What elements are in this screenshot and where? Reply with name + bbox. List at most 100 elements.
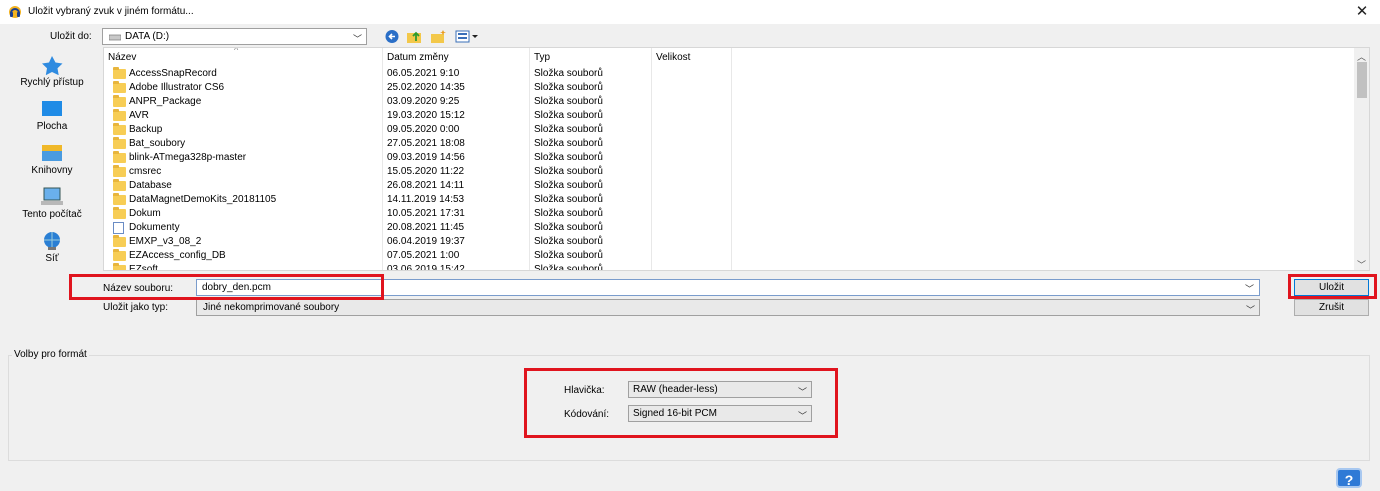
place-label: Plocha bbox=[36, 121, 68, 132]
format-options-label: Volby pro formát bbox=[12, 349, 89, 360]
folder-icon bbox=[113, 151, 126, 163]
file-name: Dokum bbox=[129, 208, 161, 219]
file-date: 06.05.2021 9:10 bbox=[387, 68, 460, 79]
encoding-value: Signed 16-bit PCM bbox=[633, 408, 717, 419]
filetype-dropdown[interactable]: Jiné nekomprimované soubory ﹀ bbox=[196, 299, 1260, 316]
save-in-value: DATA (D:) bbox=[125, 31, 170, 42]
scroll-down-icon[interactable]: ﹀ bbox=[1357, 258, 1366, 270]
encoding-dropdown[interactable]: Signed 16-bit PCM ﹀ bbox=[628, 405, 812, 422]
file-row[interactable]: Dokumenty 20.08.2021 11:45 Složka souborů bbox=[104, 221, 1354, 235]
file-row[interactable]: Bat_soubory 27.05.2021 18:08 Složka soubor… bbox=[104, 137, 1354, 151]
place-this-pc[interactable]: Tento počítač bbox=[8, 187, 96, 229]
folder-icon bbox=[113, 123, 126, 135]
file-name: DataMagnetDemoKits_20181105 bbox=[129, 194, 277, 205]
column-header-name[interactable]: Název bbox=[108, 52, 136, 63]
chevron-down-icon: ﹀ bbox=[797, 411, 807, 421]
file-row[interactable]: Adobe Illustrator CS6 25.02.2020 14:35 Slo… bbox=[104, 81, 1354, 95]
file-date: 09.03.2019 14:56 bbox=[387, 152, 465, 163]
view-menu-icon[interactable] bbox=[455, 29, 479, 44]
file-date: 25.02.2020 14:35 bbox=[387, 82, 465, 93]
file-type: Složka souborů bbox=[534, 222, 603, 233]
up-folder-icon[interactable] bbox=[406, 29, 423, 44]
file-name: ANPR_Package bbox=[129, 96, 202, 107]
file-name: Backup bbox=[129, 124, 163, 135]
column-header-date[interactable]: Datum změny bbox=[387, 52, 449, 63]
place-label: Knihovny bbox=[31, 165, 73, 176]
file-type: Složka souborů bbox=[534, 250, 603, 261]
file-type: Složka souborů bbox=[534, 166, 603, 177]
file-row[interactable]: ANPR_Package 03.09.2020 9:25 Složka soubor… bbox=[104, 95, 1354, 109]
file-row[interactable]: cmsrec 15.05.2020 11:22 Složka souborů bbox=[104, 165, 1354, 179]
file-date: 03.09.2020 9:25 bbox=[387, 96, 460, 107]
folder-icon bbox=[113, 249, 126, 261]
place-libraries[interactable]: Knihovny bbox=[8, 143, 96, 185]
folder-icon bbox=[113, 193, 126, 205]
file-name: Database bbox=[129, 180, 172, 191]
file-type: Složka souborů bbox=[534, 236, 603, 247]
file-list[interactable]: Název ^ Datum změny Typ Velikost AccessS… bbox=[103, 47, 1370, 271]
file-date: 27.05.2021 18:08 bbox=[387, 138, 465, 149]
save-in-dropdown[interactable]: DATA (D:) ﹀ bbox=[102, 28, 367, 45]
file-row[interactable]: EMXP_v3_08_2 06.04.2019 19:37 Složka soubo… bbox=[104, 235, 1354, 249]
file-date: 15.05.2020 11:22 bbox=[387, 166, 465, 177]
place-desktop[interactable]: Plocha bbox=[8, 99, 96, 141]
file-type: Složka souborů bbox=[534, 264, 603, 271]
file-row[interactable]: Database 26.08.2021 14:11 Složka souborů bbox=[104, 179, 1354, 193]
column-header-type[interactable]: Typ bbox=[534, 52, 550, 63]
file-type: Složka souborů bbox=[534, 194, 603, 205]
folder-icon bbox=[113, 235, 126, 247]
back-icon[interactable] bbox=[384, 29, 401, 44]
computer-icon bbox=[41, 187, 63, 205]
file-name: Dokumenty bbox=[129, 222, 180, 233]
place-quick-access[interactable]: Rychlý přístup bbox=[8, 55, 96, 97]
save-button-highlight bbox=[1288, 274, 1377, 299]
scroll-thumb[interactable] bbox=[1357, 62, 1367, 98]
network-icon bbox=[44, 232, 60, 250]
star-icon bbox=[42, 56, 63, 75]
save-in-label: Uložit do: bbox=[50, 31, 92, 42]
chevron-down-icon: ﹀ bbox=[352, 34, 362, 44]
place-network[interactable]: Síť bbox=[8, 231, 96, 273]
chevron-down-icon[interactable]: ﹀ bbox=[1245, 282, 1254, 295]
title-bar: Uložit vybraný zvuk v jiném formátu... ✕ bbox=[0, 0, 1380, 24]
file-row[interactable]: AVR 19.03.2020 15:12 Složka souborů bbox=[104, 109, 1354, 123]
file-row[interactable]: EZAccess_config_DB 07.05.2021 1:00 Složka … bbox=[104, 249, 1354, 263]
file-name: EMXP_v3_08_2 bbox=[129, 236, 202, 247]
file-type: Složka souborů bbox=[534, 208, 603, 219]
file-row[interactable]: Dokum 10.05.2021 17:31 Složka souborů bbox=[104, 207, 1354, 221]
folder-icon bbox=[113, 81, 126, 93]
file-date: 14.11.2019 14:53 bbox=[387, 194, 465, 205]
header-dropdown[interactable]: RAW (header-less) ﹀ bbox=[628, 381, 812, 398]
file-row[interactable]: AccessSnapRecord 06.05.2021 9:10 Složka so… bbox=[104, 67, 1354, 81]
file-name: AccessSnapRecord bbox=[129, 68, 217, 79]
chevron-down-icon: ﹀ bbox=[797, 387, 807, 397]
encoding-label: Kódování: bbox=[564, 409, 610, 420]
file-row[interactable]: blink-ATmega328p-master 09.03.2019 14:56 S… bbox=[104, 151, 1354, 165]
file-type: Složka souborů bbox=[534, 180, 603, 191]
libraries-icon bbox=[42, 145, 62, 161]
header-value: RAW (header-less) bbox=[633, 384, 718, 395]
place-label: Síť bbox=[45, 253, 59, 264]
file-date: 03.06.2019 15:42 bbox=[387, 264, 465, 271]
file-date: 26.08.2021 14:11 bbox=[387, 180, 465, 191]
file-row[interactable]: EZsoft 03.06.2019 15:42 Složka souborů bbox=[104, 263, 1354, 271]
file-date: 19.03.2020 15:12 bbox=[387, 110, 465, 121]
file-name: EZsoft bbox=[129, 264, 158, 271]
window-title: Uložit vybraný zvuk v jiném formátu... bbox=[28, 6, 194, 17]
folder-icon bbox=[113, 179, 126, 191]
file-date: 07.05.2021 1:00 bbox=[387, 250, 460, 261]
file-type: Složka souborů bbox=[534, 124, 603, 135]
drive-icon bbox=[109, 34, 121, 41]
vertical-scrollbar[interactable]: ︿ ﹀ bbox=[1354, 48, 1369, 270]
help-icon[interactable]: ? bbox=[1336, 468, 1362, 488]
file-row[interactable]: Backup 09.05.2020 0:00 Složka souborů bbox=[104, 123, 1354, 137]
column-header-size[interactable]: Velikost bbox=[656, 52, 690, 63]
header-label: Hlavička: bbox=[564, 385, 605, 396]
close-icon[interactable]: ✕ bbox=[1350, 2, 1374, 22]
cancel-button[interactable]: Zrušit bbox=[1294, 299, 1369, 316]
folder-icon bbox=[113, 137, 126, 149]
new-folder-icon[interactable] bbox=[430, 29, 447, 44]
chevron-down-icon: ﹀ bbox=[1245, 305, 1255, 315]
file-row[interactable]: DataMagnetDemoKits_20181105 14.11.2019 14… bbox=[104, 193, 1354, 207]
file-date: 09.05.2020 0:00 bbox=[387, 124, 460, 135]
